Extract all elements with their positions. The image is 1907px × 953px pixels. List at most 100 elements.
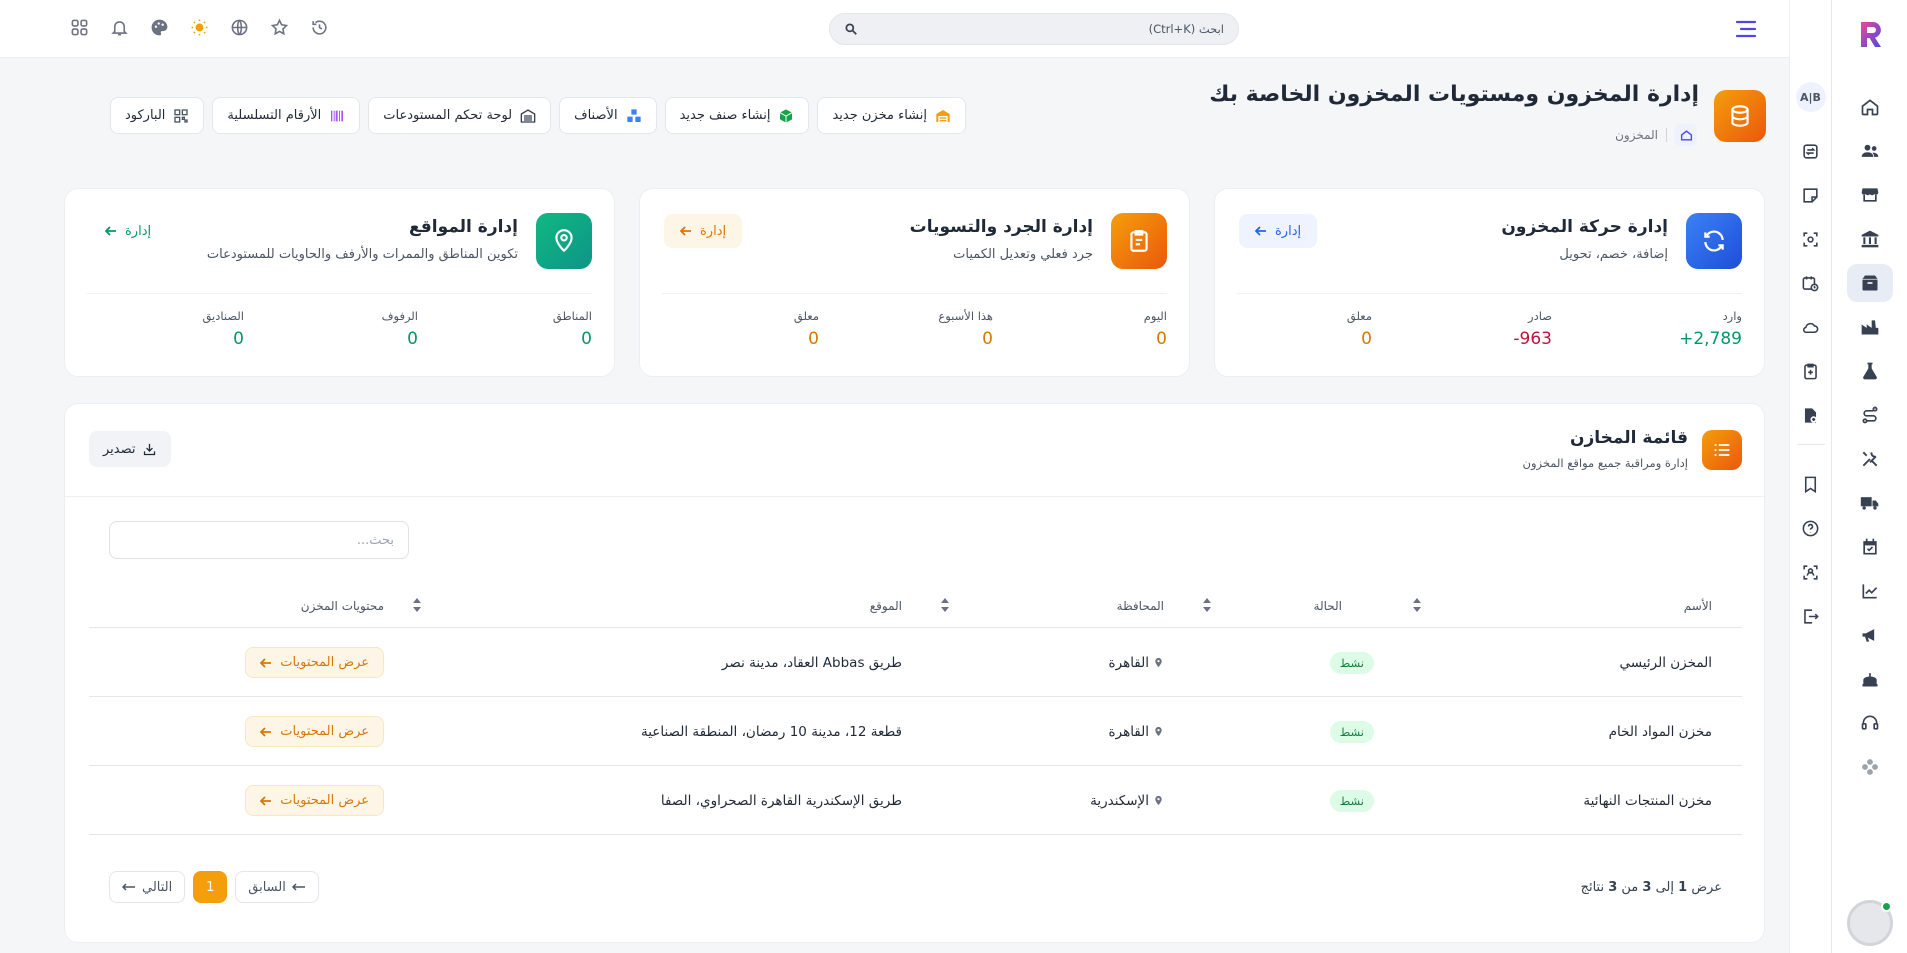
- star-icon[interactable]: [268, 16, 290, 38]
- warehouse-icon: [935, 108, 951, 124]
- users-icon[interactable]: [1847, 132, 1893, 170]
- flower-icon[interactable]: [1847, 748, 1893, 786]
- logout-icon[interactable]: [1794, 599, 1828, 633]
- globe-icon[interactable]: [228, 16, 250, 38]
- ab-switch-icon[interactable]: A|B: [1795, 82, 1826, 112]
- governorate-text: القاهرة: [1108, 654, 1149, 671]
- manage-label: إدارة: [700, 223, 727, 239]
- stat-pending: معلق 0: [794, 309, 819, 349]
- map-pin-icon: [536, 213, 592, 269]
- user-avatar[interactable]: [1847, 900, 1893, 946]
- column-divider: [1796, 444, 1825, 445]
- warehouse-name: المخزن الرئيسي: [1619, 654, 1712, 671]
- flask-icon[interactable]: [1847, 352, 1893, 390]
- face-scan-icon[interactable]: [1794, 555, 1828, 589]
- bookmark-icon[interactable]: [1794, 467, 1828, 501]
- top-bar: ابحث (Ctrl+K): [0, 0, 1789, 58]
- view-contents-button[interactable]: عرض المحتويات: [245, 716, 384, 747]
- next-page-button[interactable]: التالي: [109, 871, 186, 903]
- column-location[interactable]: الموقع: [870, 584, 902, 628]
- manage-locations-button[interactable]: إدارة: [89, 214, 168, 248]
- box-icon: [778, 108, 794, 124]
- current-page-button[interactable]: 1: [193, 871, 228, 903]
- clipboard-plus-icon[interactable]: [1794, 354, 1828, 388]
- stat-value: 0: [1361, 329, 1372, 349]
- create-item-button[interactable]: إنشاء صنف جديد: [664, 97, 810, 134]
- card-subtitle: جرد فعلي وتعديل الكميات: [953, 247, 1093, 262]
- export-button[interactable]: تصدير: [89, 431, 171, 467]
- table-search-input[interactable]: بحث...: [109, 521, 409, 559]
- help-icon[interactable]: [1794, 511, 1828, 545]
- manage-stocktake-button[interactable]: إدارة: [664, 214, 743, 248]
- menu-toggle-icon[interactable]: [1733, 16, 1759, 42]
- stat-label: صادر: [1528, 309, 1552, 323]
- breadcrumb-current[interactable]: المخزون: [1615, 128, 1658, 142]
- column-name[interactable]: الأسم: [1684, 584, 1712, 628]
- breadcrumb-separator: [1666, 128, 1667, 142]
- prev-page-button[interactable]: السابق: [235, 871, 319, 903]
- apps-grid-icon[interactable]: [68, 16, 90, 38]
- card-divider: [662, 293, 1167, 294]
- items-button[interactable]: الأصناف: [559, 97, 657, 134]
- factory-icon[interactable]: [1847, 308, 1893, 346]
- palette-icon[interactable]: [148, 16, 170, 38]
- bell-icon[interactable]: [108, 16, 130, 38]
- stat-incoming: وارد +2,789: [1679, 309, 1742, 349]
- calendar-clock-icon[interactable]: [1794, 266, 1828, 300]
- cake-icon[interactable]: [1847, 660, 1893, 698]
- tools-icon[interactable]: [1847, 440, 1893, 478]
- inventory-box-icon[interactable]: [1846, 264, 1893, 302]
- history-icon[interactable]: [308, 16, 330, 38]
- column-status[interactable]: الحالة: [1314, 584, 1342, 628]
- sort-icon[interactable]: [1202, 598, 1212, 612]
- create-warehouse-button[interactable]: إنشاء مخزن جديد: [817, 97, 966, 134]
- location-pin-icon: [1153, 795, 1164, 806]
- stat-today: اليوم 0: [1144, 309, 1167, 349]
- sun-icon[interactable]: [188, 16, 210, 38]
- stat-value: 0: [1156, 329, 1167, 349]
- view-contents-button[interactable]: عرض المحتويات: [245, 647, 384, 678]
- card-divider: [1237, 293, 1742, 294]
- breadcrumb-home-icon[interactable]: [1675, 124, 1697, 146]
- bank-icon[interactable]: [1847, 220, 1893, 258]
- app-logo[interactable]: [1852, 16, 1888, 52]
- search-icon: [844, 22, 858, 36]
- note-icon[interactable]: [1794, 178, 1828, 212]
- megaphone-icon[interactable]: [1847, 616, 1893, 654]
- stat-label: معلق: [793, 309, 819, 323]
- headset-icon[interactable]: [1847, 704, 1893, 742]
- global-search-input[interactable]: ابحث (Ctrl+K): [829, 13, 1239, 45]
- locations-card: إدارة المواقع تكوين المناطق والممرات وال…: [64, 188, 615, 377]
- sort-icon[interactable]: [412, 598, 422, 612]
- stat-label: وارد: [1722, 309, 1742, 323]
- location-text: طريق Abbas العقاد، مدينة نصر: [721, 654, 902, 671]
- chart-edit-icon[interactable]: [1847, 572, 1893, 610]
- pagination-suffix: نتائج: [1580, 880, 1605, 895]
- transfer-icon[interactable]: [1794, 134, 1828, 168]
- route-icon[interactable]: [1847, 396, 1893, 434]
- scan-icon[interactable]: [1794, 222, 1828, 256]
- store-icon[interactable]: [1847, 176, 1893, 214]
- arrow-left-icon: [260, 657, 272, 669]
- barcode-button[interactable]: الباركود: [109, 97, 205, 134]
- truck-icon[interactable]: [1847, 484, 1893, 522]
- pagination-to-word: إلى: [1655, 880, 1675, 895]
- view-contents-button[interactable]: عرض المحتويات: [245, 785, 384, 816]
- arrow-left-icon: [105, 225, 117, 237]
- calendar-check-icon[interactable]: [1847, 528, 1893, 566]
- sort-icon[interactable]: [1412, 598, 1422, 612]
- cloud-icon[interactable]: [1794, 310, 1828, 344]
- refresh-icon: [1686, 213, 1742, 269]
- table-row: المخزن الرئيسي نشط القاهرة طريق Abbas ال…: [89, 628, 1742, 697]
- sort-icon[interactable]: [940, 598, 950, 612]
- home-icon[interactable]: [1847, 88, 1893, 126]
- governorate-cell: القاهرة: [1109, 628, 1164, 697]
- files-icon[interactable]: [1794, 398, 1828, 432]
- download-icon: [142, 442, 157, 457]
- serial-numbers-label: الأرقام التسلسلية: [227, 108, 322, 123]
- warehouse-dashboard-button[interactable]: لوحة تحكم المستودعات: [368, 97, 552, 134]
- column-governorate[interactable]: المحافظة: [1117, 584, 1164, 628]
- serial-numbers-button[interactable]: الأرقام التسلسلية: [212, 97, 361, 134]
- status-cell: نشط: [1329, 766, 1374, 835]
- manage-movement-button[interactable]: إدارة: [1239, 214, 1318, 248]
